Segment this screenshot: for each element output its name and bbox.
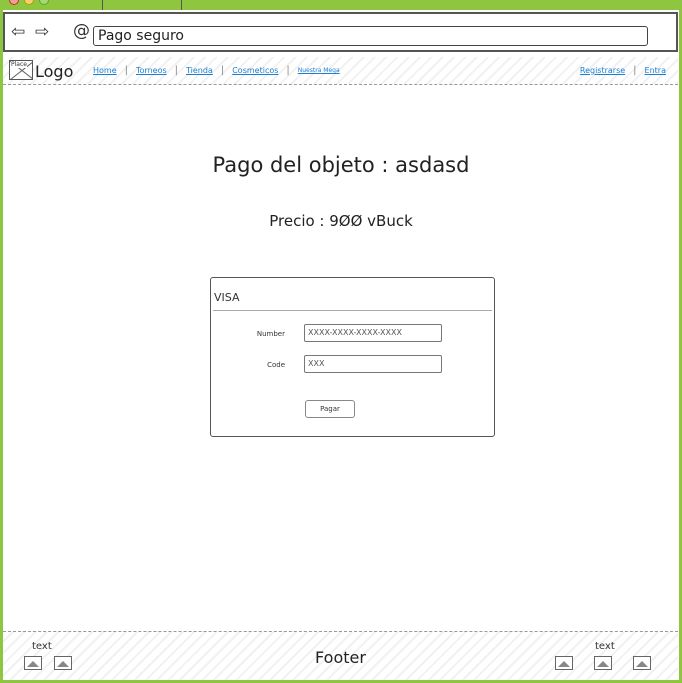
page-title: Pago del objeto : asdasd xyxy=(212,153,470,177)
card-number-label: Number xyxy=(256,330,285,338)
page-footer: text Footer text xyxy=(3,631,678,680)
card-code-label: Code xyxy=(267,361,285,369)
maximize-window-icon[interactable] xyxy=(39,0,49,5)
image-icon xyxy=(633,656,651,670)
nav-link-cosmeticos[interactable]: Cosmeticos xyxy=(232,66,278,75)
close-window-icon[interactable] xyxy=(9,0,19,5)
image-icon xyxy=(594,656,612,670)
item-price: Precio : 9ØØ vBuck xyxy=(269,212,413,230)
minimize-window-icon[interactable] xyxy=(24,0,34,5)
image-icon xyxy=(555,656,573,670)
card-header-divider xyxy=(213,310,492,311)
nav-link-nuestra-mega[interactable]: Nuestra Mega xyxy=(298,67,340,74)
payment-card-form: VISA Number XXXX-XXXX-XXXX-XXXX Code XXX… xyxy=(210,277,495,437)
address-bar-input[interactable]: Pago seguro xyxy=(93,26,648,46)
site-navbar: Place Logo Home | Torneos | Tienda | Cos… xyxy=(3,57,678,85)
register-link[interactable]: Registrarse xyxy=(580,66,625,75)
card-number-input[interactable]: XXXX-XXXX-XXXX-XXXX xyxy=(304,324,442,342)
browser-address-row: ⇦ ⇨ @ Pago seguro xyxy=(3,12,678,52)
nav-link-tienda[interactable]: Tienda xyxy=(186,66,213,75)
at-sign-icon: @ xyxy=(73,21,90,41)
browser-tab[interactable] xyxy=(102,0,182,10)
pay-button[interactable]: Pagar xyxy=(305,400,355,418)
card-type-header: VISA xyxy=(214,291,240,304)
nav-link-home[interactable]: Home xyxy=(93,66,117,75)
logo-image-label: Place xyxy=(11,61,27,68)
forward-arrow-icon[interactable]: ⇨ xyxy=(35,24,49,41)
footer-right-text: text xyxy=(595,641,615,652)
login-link[interactable]: Entra xyxy=(645,66,666,75)
nav-divider: | xyxy=(174,65,178,76)
nav-divider: | xyxy=(220,65,225,76)
site-logo[interactable]: Logo xyxy=(35,62,73,81)
logo-image-placeholder-icon: Place xyxy=(9,60,33,80)
nav-auth-links: Registrarse | Entra xyxy=(580,65,666,76)
card-code-input[interactable]: XXX xyxy=(304,355,442,373)
nav-divider: | xyxy=(124,65,128,76)
nav-link-torneos[interactable]: Torneos xyxy=(136,66,167,75)
back-arrow-icon[interactable]: ⇦ xyxy=(11,24,25,41)
footer-title: Footer xyxy=(315,648,366,667)
window-title-bar xyxy=(0,0,682,10)
nav-divider: | xyxy=(633,65,637,76)
nav-links: Home | Torneos | Tienda | Cosmeticos | N… xyxy=(93,65,340,76)
nav-divider: | xyxy=(286,65,290,76)
